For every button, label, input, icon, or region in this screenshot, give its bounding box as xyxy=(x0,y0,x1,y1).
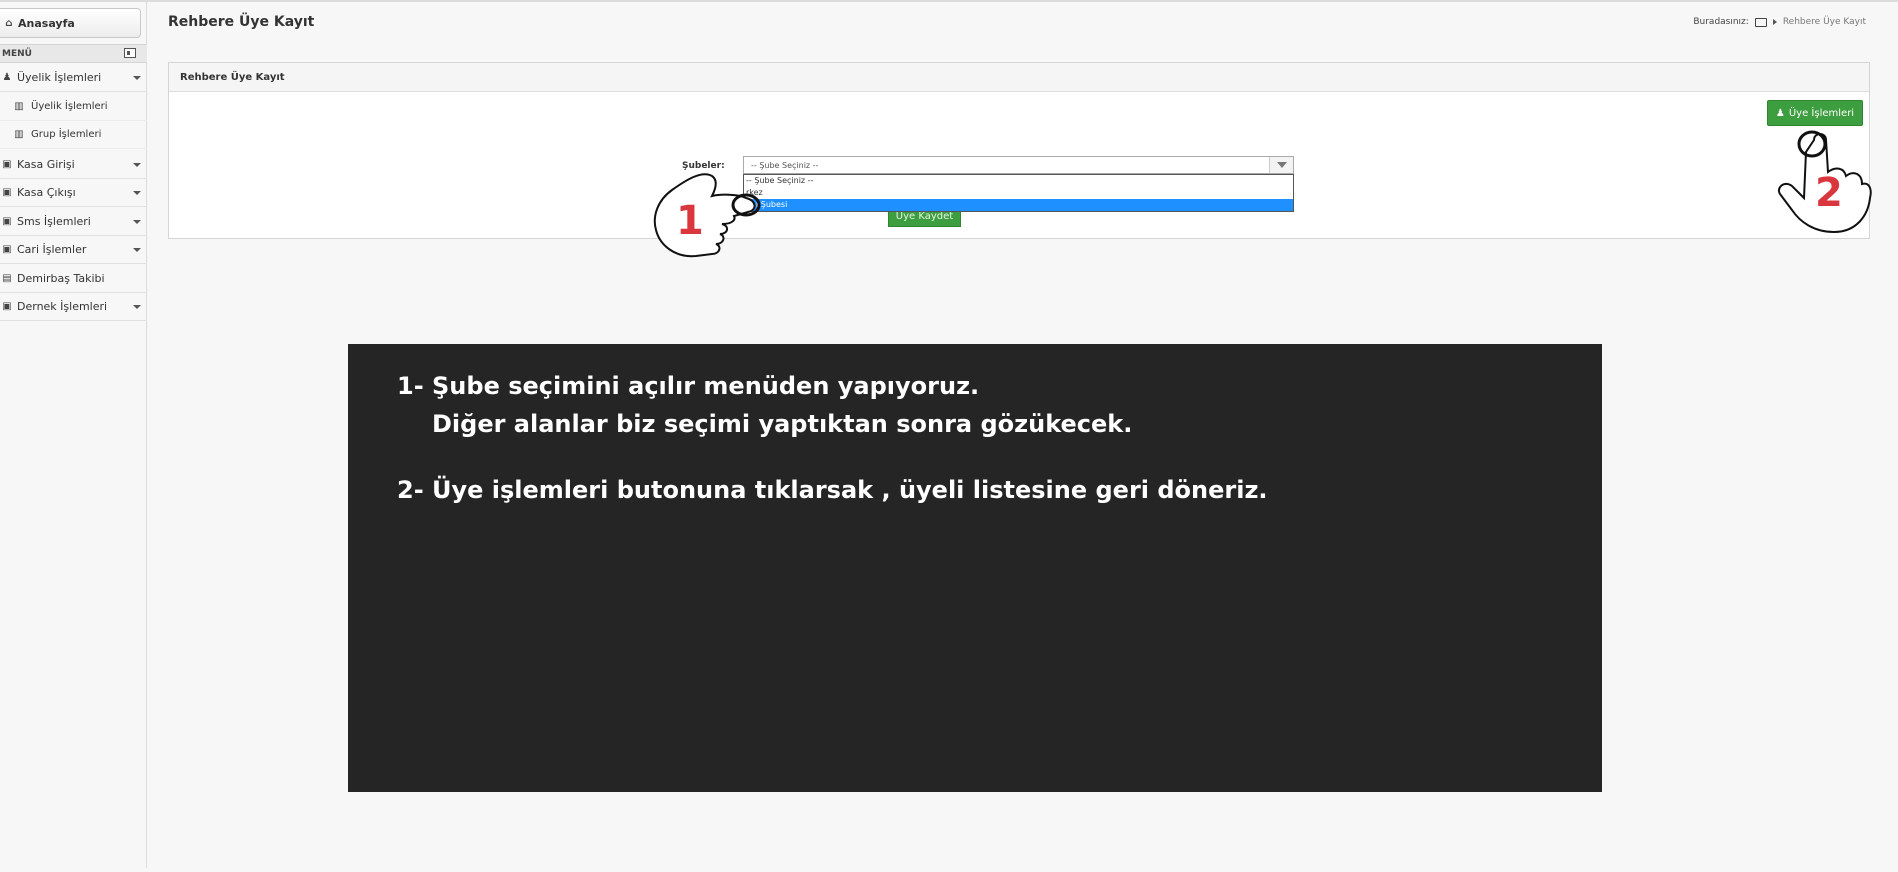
sidebar-item-label: Üyelik İşlemleri xyxy=(31,101,108,112)
sidebar-item-demirbas-takibi[interactable]: ▤ Demirbaş Takibi xyxy=(0,265,147,293)
instruction-line-1: 1- Şube seçimini açılır menüden yapıyoru… xyxy=(397,372,980,400)
dropdown-option[interactable]: -- Şube Seçiniz -- xyxy=(744,175,1293,187)
home-button[interactable]: ⌂ Anasayfa xyxy=(0,8,141,38)
breadcrumb-current[interactable]: Rehbere Üye Kayıt xyxy=(1783,17,1866,27)
dropdown-option[interactable]: rkez xyxy=(744,187,1293,199)
uye-islemleri-button[interactable]: ♟ Üye İşlemleri xyxy=(1767,100,1863,126)
book-icon: ▥ xyxy=(14,129,24,140)
chevron-down-icon[interactable] xyxy=(1269,157,1293,173)
sube-dropdown-list: -- Şube Seçiniz -- rkez gal Şubesi xyxy=(743,174,1294,212)
dropdown-option-selected[interactable]: gal Şubesi xyxy=(744,199,1293,211)
annotation-number-1: 1 xyxy=(676,198,704,244)
page-title: Rehbere Üye Kayıt xyxy=(168,14,315,30)
lock-icon: ▣ xyxy=(2,187,12,198)
sidebar-item-kasa-girisi[interactable]: ▣ Kasa Girişi xyxy=(0,151,147,179)
home-icon: ⌂ xyxy=(5,17,13,29)
form-panel: Rehbere Üye Kayıt ♟ Üye İşlemleri Şubele… xyxy=(168,62,1870,239)
chevron-right-icon xyxy=(1772,19,1777,25)
sidebar-item-label: Dernek İşlemleri xyxy=(17,300,108,313)
sidebar-item-cari-islemler[interactable]: ▣ Cari İşlemler xyxy=(0,236,147,264)
sidebar-item-sms-islemleri[interactable]: ▣ Sms İşlemleri xyxy=(0,208,147,236)
annotation-number-2: 2 xyxy=(1815,170,1843,216)
sidebar-subitem-uyelik-islemleri[interactable]: ▥ Üyelik İşlemleri xyxy=(0,93,147,121)
uye-islemleri-label: Üye İşlemleri xyxy=(1788,107,1855,119)
breadcrumb-label: Buradasınız: xyxy=(1693,17,1749,27)
sidebar-item-kasa-cikisi[interactable]: ▣ Kasa Çıkışı xyxy=(0,179,147,207)
sidebar-item-label: Sms İşlemleri xyxy=(17,215,91,228)
breadcrumb: Buradasınız: Rehbere Üye Kayıt xyxy=(1693,17,1866,27)
sube-select[interactable]: -- Şube Seçiniz -- xyxy=(743,156,1294,174)
caret-down-icon xyxy=(133,76,141,80)
home-label: Anasayfa xyxy=(18,16,75,30)
caret-down-icon xyxy=(133,220,141,224)
pointing-hand-icon xyxy=(653,173,761,258)
book-icon: ▥ xyxy=(14,101,24,112)
caret-down-icon xyxy=(133,305,141,309)
sidebar-item-label: Üyelik İşlemleri xyxy=(17,71,102,84)
sidebar-toggle-icon[interactable] xyxy=(124,48,136,58)
user-add-icon: ♟ xyxy=(1775,107,1785,119)
sidebar-subitem-grup-islemleri[interactable]: ▥ Grup İşlemleri xyxy=(0,121,147,149)
instruction-box: 1- Şube seçimini açılır menüden yapıyoru… xyxy=(348,344,1602,792)
sidebar-item-label: Demirbaş Takibi xyxy=(17,272,105,285)
lock-icon: ▣ xyxy=(2,244,12,255)
lock-icon: ▣ xyxy=(2,301,12,312)
instruction-line-3: 2- Üye işlemleri butonuna tıklarsak , üy… xyxy=(397,476,1268,504)
caret-down-icon xyxy=(133,191,141,195)
top-border xyxy=(0,0,1898,2)
sidebar-item-dernek-islemleri[interactable]: ▣ Dernek İşlemleri xyxy=(0,293,147,321)
sidebar-item-uyelik-islemleri[interactable]: ♟ Üyelik İşlemleri xyxy=(0,64,147,92)
user-icon: ♟ xyxy=(2,72,12,83)
panel-title: Rehbere Üye Kayıt xyxy=(169,63,1869,92)
sidebar-item-label: Cari İşlemler xyxy=(17,243,87,256)
caret-down-icon xyxy=(133,163,141,167)
menu-label: MENÜ xyxy=(2,48,32,59)
building-icon: ▤ xyxy=(2,273,12,284)
monitor-icon xyxy=(1754,17,1767,27)
sidebar-item-label: Kasa Girişi xyxy=(17,158,75,171)
lock-icon: ▣ xyxy=(2,159,12,170)
sidebar-item-label: Kasa Çıkışı xyxy=(17,186,76,199)
instruction-line-2: Diğer alanlar biz seçimi yaptıktan sonra… xyxy=(432,410,1133,438)
caret-down-icon xyxy=(133,248,141,252)
lock-icon: ▣ xyxy=(2,216,12,227)
menu-header: MENÜ xyxy=(0,44,147,63)
sidebar-item-label: Grup İşlemleri xyxy=(31,129,102,140)
sidebar: ⌂ Anasayfa MENÜ ♟ Üyelik İşlemleri ▥ Üye… xyxy=(0,2,147,868)
